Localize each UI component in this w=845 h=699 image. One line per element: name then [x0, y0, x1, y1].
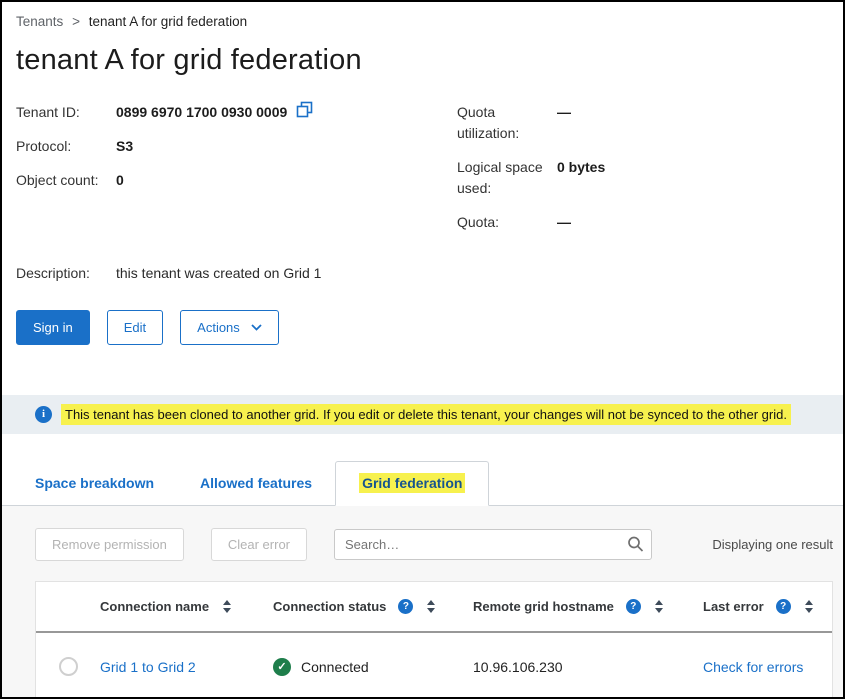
logical-space-label: Logical space used:: [457, 157, 557, 199]
actions-menu-label: Actions: [197, 320, 240, 335]
tenant-details: Tenant ID: 0899 6970 1700 0930 0009 Prot…: [16, 102, 829, 246]
connection-status-header-label: Connection status: [273, 599, 386, 614]
search-box: [334, 529, 652, 560]
search-icon[interactable]: [627, 536, 644, 553]
sort-remote-grid-hostname[interactable]: [653, 598, 665, 615]
remote-grid-hostname-value: 10.96.106.230: [473, 659, 703, 675]
breadcrumb-current: tenant A for grid federation: [89, 14, 247, 29]
description-label: Description:: [16, 263, 116, 284]
description-row: Description: this tenant was created on …: [16, 263, 829, 284]
remote-grid-hostname-header-label: Remote grid hostname: [473, 599, 614, 614]
last-error-help-icon[interactable]: ?: [776, 599, 791, 614]
object-count-label: Object count:: [16, 170, 116, 191]
quota-utilization-value: —: [557, 102, 571, 144]
tab-grid-federation[interactable]: Grid federation: [335, 461, 489, 506]
clone-info-banner: i This tenant has been cloned to another…: [2, 395, 843, 434]
tab-allowed-features[interactable]: Allowed features: [177, 462, 335, 505]
breadcrumb-separator: >: [72, 14, 80, 29]
quota-value: —: [557, 212, 571, 233]
breadcrumb: Tenants > tenant A for grid federation: [2, 2, 843, 29]
column-header-remote-grid-hostname: Remote grid hostname ?: [473, 598, 703, 615]
object-count-row: Object count: 0: [16, 170, 457, 191]
protocol-label: Protocol:: [16, 136, 116, 157]
quota-label: Quota:: [457, 212, 557, 233]
table-header-row: Connection name Connection status ? Remo…: [36, 582, 832, 633]
quota-row: Quota: —: [457, 212, 829, 233]
actions-menu-button[interactable]: Actions: [180, 310, 279, 345]
row-select-radio[interactable]: [59, 657, 78, 676]
connection-status-help-icon[interactable]: ?: [398, 599, 413, 614]
logical-space-row: Logical space used: 0 bytes: [457, 157, 829, 199]
last-error-header-label: Last error: [703, 599, 764, 614]
column-header-connection-name: Connection name: [100, 598, 273, 615]
object-count-value: 0: [116, 170, 124, 191]
breadcrumb-tenants-link[interactable]: Tenants: [16, 14, 63, 29]
table-row: Grid 1 to Grid 2 ✓ Connected 10.96.106.2…: [36, 633, 832, 699]
column-header-connection-status: Connection status ?: [273, 598, 473, 615]
sort-connection-name[interactable]: [221, 598, 233, 615]
tenant-id-value: 0899 6970 1700 0930 0009: [116, 102, 287, 123]
protocol-value: S3: [116, 136, 133, 157]
details-left-column: Tenant ID: 0899 6970 1700 0930 0009 Prot…: [16, 102, 457, 246]
remove-permission-button[interactable]: Remove permission: [35, 528, 184, 561]
tenant-id-label: Tenant ID:: [16, 102, 116, 123]
grid-federation-panel: Remove permission Clear error Displaying…: [2, 506, 843, 699]
result-count: Displaying one result: [652, 537, 833, 552]
connection-name-header-label: Connection name: [100, 599, 209, 614]
clear-error-button[interactable]: Clear error: [211, 528, 307, 561]
sign-in-button[interactable]: Sign in: [16, 310, 90, 345]
tab-bar: Space breakdown Allowed features Grid fe…: [2, 461, 843, 506]
table-toolbar: Remove permission Clear error Displaying…: [35, 528, 833, 561]
edit-button[interactable]: Edit: [107, 310, 163, 345]
tab-grid-federation-label: Grid federation: [359, 473, 465, 493]
tab-space-breakdown[interactable]: Space breakdown: [12, 462, 177, 505]
quota-utilization-label: Quota utilization:: [457, 102, 557, 144]
connected-check-icon: ✓: [273, 658, 291, 676]
chevron-down-icon: [251, 319, 262, 334]
tab-allowed-features-label: Allowed features: [200, 475, 312, 491]
search-input[interactable]: [334, 529, 652, 560]
sort-last-error[interactable]: [803, 598, 815, 615]
tenant-detail-page: Tenants > tenant A for grid federation t…: [0, 0, 845, 699]
logical-space-value: 0 bytes: [557, 157, 605, 199]
action-buttons: Sign in Edit Actions: [16, 310, 829, 345]
copy-icon[interactable]: [296, 101, 313, 118]
quota-utilization-row: Quota utilization: —: [457, 102, 829, 144]
description-value: this tenant was created on Grid 1: [116, 263, 321, 284]
tenant-id-row: Tenant ID: 0899 6970 1700 0930 0009: [16, 102, 457, 123]
remote-grid-hostname-help-icon[interactable]: ?: [626, 599, 641, 614]
connection-name-link[interactable]: Grid 1 to Grid 2: [100, 659, 196, 675]
column-header-last-error: Last error ?: [703, 598, 832, 615]
sort-connection-status[interactable]: [425, 598, 437, 615]
details-right-column: Quota utilization: — Logical space used:…: [457, 102, 829, 246]
protocol-row: Protocol: S3: [16, 136, 457, 157]
tab-space-breakdown-label: Space breakdown: [35, 475, 154, 491]
check-for-errors-link[interactable]: Check for errors: [703, 659, 803, 675]
banner-message: This tenant has been cloned to another g…: [61, 404, 791, 425]
page-title: tenant A for grid federation: [16, 44, 843, 77]
connection-status-value: Connected: [301, 659, 369, 675]
info-icon: i: [35, 406, 52, 423]
connections-table: Connection name Connection status ? Remo…: [35, 581, 833, 699]
